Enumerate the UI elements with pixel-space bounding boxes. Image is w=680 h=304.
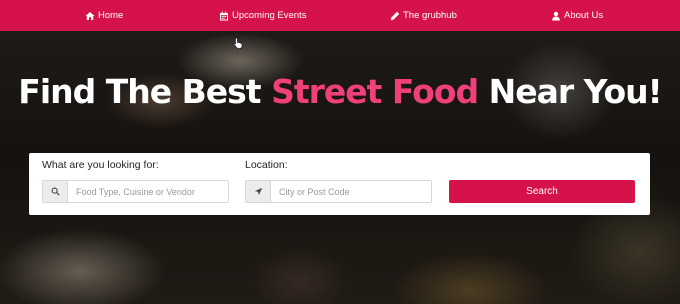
location-field-label: Location: [245,159,288,171]
headline-text-start: Find The Best [18,72,272,111]
user-icon [551,11,561,21]
location-input-group [245,180,432,203]
search-icon [43,181,68,202]
pencil-icon [390,11,400,21]
nav-item-upcoming-events[interactable]: Upcoming Events [219,0,306,31]
nav-item-about-us[interactable]: About Us [551,0,603,31]
what-field-label: What are you looking for: [42,159,159,171]
location-arrow-icon [246,181,271,202]
headline-text-end: Near You! [478,72,663,111]
headline-accent-text: Street Food [271,72,479,111]
mouse-pointer-icon [233,37,243,49]
nav-label-home: Home [98,10,124,21]
nav-label-upcoming-events: Upcoming Events [232,10,307,21]
nav-label-the-grubhub: The grubhub [403,10,457,21]
what-input-group [42,180,229,203]
search-panel: What are you looking for: Location: Sear… [29,153,650,215]
nav-label-about-us: About Us [564,10,604,21]
hero-headline: Find The Best Street Food Near You! [0,72,680,111]
home-icon [85,11,95,21]
calendar-icon [219,11,229,21]
search-button[interactable]: Search [449,180,635,203]
nav-item-home[interactable]: Home [85,0,123,31]
nav-item-the-grubhub[interactable]: The grubhub [390,0,457,31]
location-input[interactable] [271,181,431,202]
top-navbar: Home Upcoming Events The grubhub About U… [0,0,680,31]
what-search-input[interactable] [68,181,228,202]
